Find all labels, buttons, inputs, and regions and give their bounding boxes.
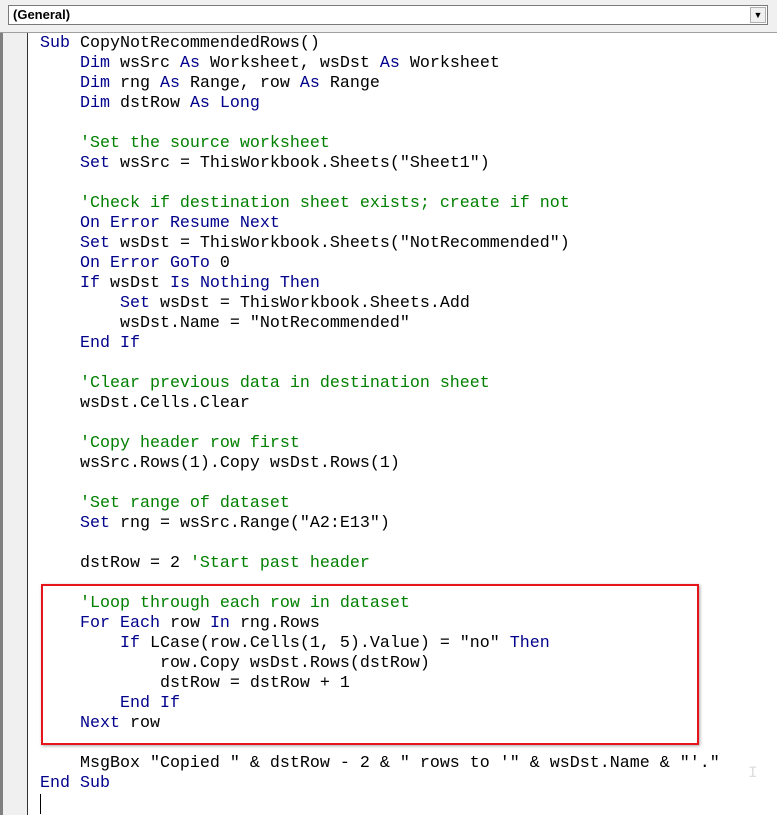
keyword-token: As: [379, 54, 410, 73]
code-line[interactable]: wsSrc.Rows(1).Copy wsDst.Rows(1): [40, 454, 720, 474]
keyword-token: Dim: [40, 94, 120, 113]
keyword-token: Set: [40, 154, 120, 173]
chevron-down-icon[interactable]: ▼: [750, 7, 766, 23]
margin-indicator-bar[interactable]: [3, 33, 28, 815]
code-token: Worksheet: [409, 54, 500, 73]
code-token: wsSrc.Rows(1).Copy wsDst.Rows(1): [40, 454, 400, 473]
code-token: rng = wsSrc.Range("A2:E13"): [119, 514, 390, 533]
code-token: wsDst: [109, 274, 170, 293]
code-line[interactable]: [40, 354, 720, 374]
dropdown-selected-value: (General): [13, 7, 71, 22]
keyword-token: On Error Resume Next: [40, 214, 280, 233]
keyword-token: As: [299, 74, 330, 93]
code-line[interactable]: Set rng = wsSrc.Range("A2:E13"): [40, 514, 720, 534]
code-line[interactable]: [40, 474, 720, 494]
keyword-token: End Sub: [40, 774, 110, 793]
ibeam-cursor-icon: I: [748, 764, 758, 782]
code-token: wsDst.Cells.Clear: [40, 394, 250, 413]
code-line[interactable]: 'Copy header row first: [40, 434, 720, 454]
code-line[interactable]: 'Set the source worksheet: [40, 134, 720, 154]
code-line[interactable]: [40, 534, 720, 554]
code-line[interactable]: 'Set range of dataset: [40, 494, 720, 514]
keyword-token: On Error GoTo: [40, 254, 220, 273]
comment-token: 'Start past header: [189, 554, 370, 573]
code-token: dstRow = 2: [40, 554, 190, 573]
code-line[interactable]: [40, 414, 720, 434]
keyword-token: Set: [40, 234, 120, 253]
code-token: wsDst = ThisWorkbook.Sheets("NotRecommen…: [119, 234, 570, 253]
loop-highlight-box: [41, 584, 699, 745]
code-line[interactable]: Set wsSrc = ThisWorkbook.Sheets("Sheet1"…: [40, 154, 720, 174]
keyword-token: As: [179, 54, 210, 73]
code-line[interactable]: End If: [40, 334, 720, 354]
code-line[interactable]: Dim wsSrc As Worksheet, wsDst As Workshe…: [40, 54, 720, 74]
general-object-dropdown[interactable]: (General) ▼: [8, 5, 768, 25]
code-token: wsDst = ThisWorkbook.Sheets.Add: [159, 294, 470, 313]
keyword-token: Set: [40, 514, 120, 533]
keyword-token: If: [40, 274, 110, 293]
code-token: 0: [219, 254, 230, 273]
keyword-token: Sub: [40, 34, 80, 53]
code-line[interactable]: Set wsDst = ThisWorkbook.Sheets("NotReco…: [40, 234, 720, 254]
text-cursor: [40, 794, 41, 814]
keyword-token: End If: [40, 334, 140, 353]
code-line[interactable]: 'Clear previous data in destination shee…: [40, 374, 720, 394]
keyword-token: As Long: [189, 94, 260, 113]
code-line[interactable]: MsgBox "Copied " & dstRow - 2 & " rows t…: [40, 754, 720, 774]
code-line[interactable]: Dim dstRow As Long: [40, 94, 720, 114]
code-line[interactable]: On Error Resume Next: [40, 214, 720, 234]
keyword-token: Is Nothing Then: [169, 274, 320, 293]
code-line[interactable]: End Sub: [40, 774, 720, 794]
code-token: dstRow: [119, 94, 190, 113]
code-line[interactable]: [40, 174, 720, 194]
comment-token: 'Check if destination sheet exists; crea…: [40, 194, 570, 213]
code-window-toolbar: (General) ▼: [0, 0, 777, 33]
comment-token: 'Set the source worksheet: [40, 134, 330, 153]
code-token: MsgBox "Copied " & dstRow - 2 & " rows t…: [40, 754, 720, 773]
code-token: Range: [329, 74, 380, 93]
code-line[interactable]: Set wsDst = ThisWorkbook.Sheets.Add: [40, 294, 720, 314]
code-token: wsDst.Name = "NotRecommended": [40, 314, 410, 333]
code-line[interactable]: 'Check if destination sheet exists; crea…: [40, 194, 720, 214]
code-token: rng: [119, 74, 160, 93]
code-line[interactable]: [40, 114, 720, 134]
comment-token: 'Set range of dataset: [40, 494, 290, 513]
code-token: Worksheet, wsDst: [209, 54, 380, 73]
code-token: wsSrc = ThisWorkbook.Sheets("Sheet1"): [119, 154, 490, 173]
code-line[interactable]: dstRow = 2 'Start past header: [40, 554, 720, 574]
code-line[interactable]: On Error GoTo 0: [40, 254, 720, 274]
code-token: CopyNotRecommendedRows(): [79, 34, 320, 53]
keyword-token: Dim: [40, 54, 120, 73]
code-line[interactable]: If wsDst Is Nothing Then: [40, 274, 720, 294]
keyword-token: As: [159, 74, 190, 93]
code-token: Range, row: [189, 74, 300, 93]
comment-token: 'Copy header row first: [40, 434, 300, 453]
code-line[interactable]: wsDst.Cells.Clear: [40, 394, 720, 414]
code-line[interactable]: Sub CopyNotRecommendedRows(): [40, 34, 720, 54]
code-line[interactable]: wsDst.Name = "NotRecommended": [40, 314, 720, 334]
keyword-token: Dim: [40, 74, 120, 93]
code-line[interactable]: Dim rng As Range, row As Range: [40, 74, 720, 94]
comment-token: 'Clear previous data in destination shee…: [40, 374, 490, 393]
keyword-token: Set: [40, 294, 160, 313]
code-token: wsSrc: [119, 54, 180, 73]
